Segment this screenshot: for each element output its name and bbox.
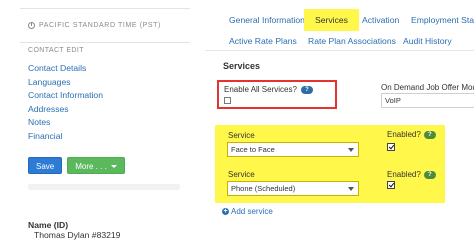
nav-contact-information[interactable]: Contact Information (28, 89, 103, 103)
on-demand-label: On Demand Job Offer Mode (381, 83, 474, 92)
enable-all-checkbox[interactable] (224, 97, 231, 104)
tab-employment-status[interactable]: Employment Status (411, 9, 474, 31)
divider (205, 50, 474, 51)
add-service-link[interactable]: + Add service (222, 207, 273, 216)
service-label: Service (228, 170, 255, 179)
name-value: Thomas Dylan #83219 (34, 230, 121, 240)
chevron-down-icon (348, 148, 354, 152)
nav-notes[interactable]: Notes (28, 116, 103, 130)
tabs-row-2: Active Rate Plans Rate Plan Associations… (205, 34, 474, 48)
main-content: General Information Services Activation … (205, 0, 474, 240)
sidebar: PACIFIC STANDARD TIME (PST) CONTACT EDIT… (0, 0, 200, 240)
divider (28, 184, 180, 190)
service-select[interactable]: Face to Face (227, 142, 359, 157)
chevron-down-icon (348, 187, 354, 191)
nav-addresses[interactable]: Addresses (28, 103, 103, 117)
timezone: PACIFIC STANDARD TIME (PST) (28, 22, 161, 29)
plus-icon: + (222, 208, 229, 215)
tab-rate-plan-associations[interactable]: Rate Plan Associations (308, 34, 396, 48)
service-enabled-checkbox[interactable] (387, 143, 395, 151)
section-label: CONTACT EDIT (28, 47, 84, 54)
action-buttons: Save More . . . (28, 157, 125, 174)
enable-all-services: Enable All Services? ? (217, 80, 337, 109)
enabled-label: Enabled? ? (387, 170, 436, 179)
tab-general-information[interactable]: General Information (229, 9, 305, 31)
tabs-row-1: General Information Services Activation … (205, 9, 474, 31)
tab-audit-history[interactable]: Audit History (403, 34, 452, 48)
services-list: Service Face to Face Enabled? ? Service … (215, 125, 445, 203)
service-select[interactable]: Phone (Scheduled) (227, 181, 359, 196)
save-button[interactable]: Save (28, 157, 63, 174)
enable-all-label: Enable All Services? ? (224, 85, 313, 94)
clock-icon (28, 22, 35, 29)
nav-languages[interactable]: Languages (28, 76, 103, 90)
on-demand-select[interactable]: VoIP (381, 93, 474, 108)
help-icon[interactable]: ? (300, 85, 313, 94)
tab-active-rate-plans[interactable]: Active Rate Plans (229, 34, 297, 48)
help-icon[interactable]: ? (423, 170, 436, 179)
more-button[interactable]: More . . . (67, 157, 125, 174)
section-title: Services (223, 61, 261, 71)
contact-edit-nav: Contact Details Languages Contact Inform… (28, 62, 103, 144)
divider (20, 8, 190, 9)
timezone-label: PACIFIC STANDARD TIME (PST) (39, 22, 161, 29)
nav-contact-details[interactable]: Contact Details (28, 62, 103, 76)
tab-activation[interactable]: Activation (362, 9, 399, 31)
enabled-label: Enabled? ? (387, 130, 436, 139)
caret-down-icon (110, 165, 117, 169)
nav-financial[interactable]: Financial (28, 130, 103, 144)
tab-services[interactable]: Services (304, 9, 359, 31)
name-label: Name (ID) (28, 220, 69, 230)
help-icon[interactable]: ? (423, 130, 436, 139)
service-label: Service (228, 131, 255, 140)
divider (20, 42, 190, 43)
service-enabled-checkbox[interactable] (387, 181, 395, 189)
